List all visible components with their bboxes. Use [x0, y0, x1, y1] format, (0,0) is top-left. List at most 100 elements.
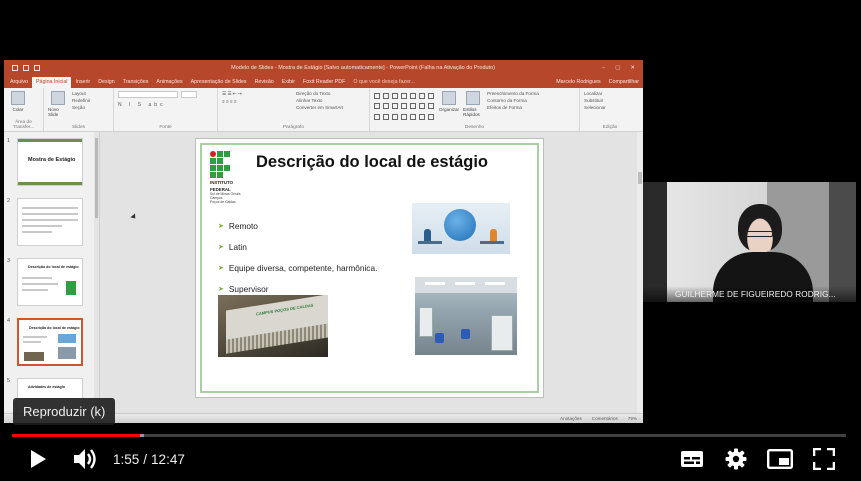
miniplayer-button[interactable]	[764, 442, 796, 476]
tab-view: Exibir	[281, 79, 295, 85]
office-photo	[415, 277, 517, 355]
campus-building-photo: CAMPUS POÇOS DE CALDAS	[218, 295, 328, 357]
tab-home: Página Inicial	[31, 77, 72, 88]
layout-button: Layout	[72, 91, 86, 96]
time-separator: /	[143, 451, 148, 467]
shape-outline-button: Contorno da Forma	[487, 98, 527, 103]
tab-insert: Inserir	[75, 79, 91, 85]
arrange-button: Organizar	[439, 91, 459, 122]
maximize-icon: ▢	[615, 65, 621, 71]
close-icon: ✕	[630, 65, 635, 71]
reset-button: Redefinir	[72, 98, 91, 103]
bullet-item: ➤ Latin	[218, 241, 247, 252]
player-controls: 1:55 / 12:47	[0, 442, 861, 476]
tab-file: Arquivo	[10, 79, 28, 85]
find-button: Localizar	[584, 91, 603, 96]
shape-fill-button: Preenchimento da Forma	[487, 91, 539, 96]
fullscreen-button[interactable]	[808, 442, 840, 476]
video-player[interactable]: Modelo de Slides - Mostra de Estágio [Sa…	[0, 0, 861, 481]
slide-thumbnails-pane: 1 Mostra de Estágio 2 3 Descrição do loc…	[4, 132, 100, 423]
select-button: Selecionar	[584, 105, 606, 110]
align-text-button: Alinhar Texto	[296, 98, 323, 103]
tab-foxit: Foxit Reader PDF	[302, 79, 346, 85]
account-user: Marcelo Rodrigues	[556, 79, 601, 85]
share-button: Compartilhar	[608, 79, 639, 85]
institute-logo: INSTITUTO FEDERAL Sul de Minas Gerais Ca…	[210, 151, 244, 204]
duration: 12:47	[151, 451, 185, 467]
bullet-arrow-icon: ➤	[218, 222, 224, 230]
pp-workspace: 1 Mostra de Estágio 2 3 Descrição do loc…	[4, 132, 643, 423]
undo-icon	[23, 65, 29, 71]
group-editing: Localizar Substituir Selecionar Edição	[584, 91, 618, 130]
quick-access-toolbar	[4, 65, 124, 71]
subtitles-button[interactable]	[676, 442, 708, 476]
paste-button: Colar	[8, 91, 28, 122]
redo-icon	[34, 65, 40, 71]
slide-canvas: INSTITUTO FEDERAL Sul de Minas Gerais Ca…	[100, 132, 643, 413]
tell-me-search: O que você deseja fazer...	[353, 79, 415, 85]
section-button: Seção	[72, 105, 86, 110]
tab-design: Design	[98, 79, 115, 85]
tab-review: Revisão	[254, 79, 274, 85]
subtitles-icon	[681, 451, 703, 467]
shape-effects-button: Efeitos de Forma	[487, 105, 522, 110]
bullet-item: ➤ Equipe diversa, competente, harmônica.	[218, 262, 378, 273]
shared-screen-powerpoint: Modelo de Slides - Mostra de Estágio [Sa…	[4, 60, 643, 423]
group-font: N I S abc Fonte	[114, 88, 218, 131]
participant-name: GUILHERME DE FIGUEIREDO RODRIG...	[643, 286, 856, 302]
group-clipboard: Colar Área de Transfer...	[4, 88, 44, 131]
progress-bar[interactable]	[12, 434, 846, 437]
new-slide-icon	[51, 91, 65, 105]
bullet-arrow-icon: ➤	[218, 285, 224, 293]
bullet-arrow-icon: ➤	[218, 264, 224, 272]
gear-icon	[725, 448, 747, 470]
thumbnail-1: 1 Mostra de Estágio	[7, 138, 83, 186]
volume-icon	[74, 449, 96, 469]
current-time: 1:55	[113, 451, 140, 467]
window-controls: – ▢ ✕	[602, 65, 643, 71]
remote-work-illustration	[412, 203, 510, 254]
replace-button: Substituir	[584, 98, 604, 103]
quick-styles-icon	[466, 91, 480, 105]
slide-bullets: ➤ Remoto ➤ Latin ➤ Equipe diversa, competen…	[218, 215, 377, 299]
text-direction-button: Direção do Texto	[296, 91, 331, 96]
slide-title: Descrição do local de estágio	[256, 153, 488, 171]
minimize-icon: –	[602, 65, 606, 71]
thumbnail-2: 2	[7, 198, 83, 246]
new-slide-button: Novo Slide	[48, 91, 68, 122]
bullet-arrow-icon: ➤	[218, 243, 224, 251]
arrange-icon	[442, 91, 456, 105]
mouse-cursor-icon	[130, 213, 138, 221]
fullscreen-icon	[813, 448, 835, 470]
smartart-button: Converter em SmartArt	[296, 105, 344, 110]
play-icon	[31, 450, 46, 468]
thumbnail-4-selected: 4 Descrição do local de estágio	[7, 318, 83, 366]
time-display: 1:55 / 12:47	[113, 442, 185, 476]
ribbon: Colar Área de Transfer... Novo Slide Lay…	[4, 88, 643, 132]
group-slides: Novo Slide Layout Redefinir Seção Slides	[44, 88, 114, 131]
settings-button[interactable]	[720, 442, 752, 476]
group-drawing: Organizar Estilos Rápidos Preenchimento …	[370, 88, 580, 131]
save-icon	[12, 65, 18, 71]
progress-played	[12, 434, 140, 437]
font-size-box	[181, 91, 197, 98]
quick-styles-button: Estilos Rápidos	[463, 91, 483, 122]
tab-animations: Animações	[156, 79, 183, 85]
font-name-box	[118, 91, 178, 98]
thumbnails-scrollbar	[94, 132, 99, 413]
tab-slideshow: Apresentação de Slides	[190, 79, 247, 85]
ribbon-tabs: Arquivo Página Inicial Inserir Design Tr…	[4, 76, 643, 88]
bullet-item: ➤ Remoto	[218, 220, 258, 231]
align-buttons: ≡ ≡ ≡ ≡	[222, 99, 237, 104]
play-button[interactable]	[22, 442, 54, 476]
play-tooltip: Reproduzir (k)	[13, 398, 116, 425]
paste-icon	[11, 91, 25, 105]
current-slide: INSTITUTO FEDERAL Sul de Minas Gerais Ca…	[195, 138, 544, 398]
tab-transitions: Transições	[122, 79, 149, 85]
pp-title-bar: Modelo de Slides - Mostra de Estágio [Sa…	[4, 60, 643, 76]
mute-button[interactable]	[68, 442, 102, 476]
thumbnail-3: 3 Descrição do local de estágio	[7, 258, 83, 306]
shapes-gallery	[374, 91, 435, 122]
miniplayer-icon	[767, 449, 793, 469]
webcam-tile: GUILHERME DE FIGUEIREDO RODRIG...	[643, 182, 856, 302]
